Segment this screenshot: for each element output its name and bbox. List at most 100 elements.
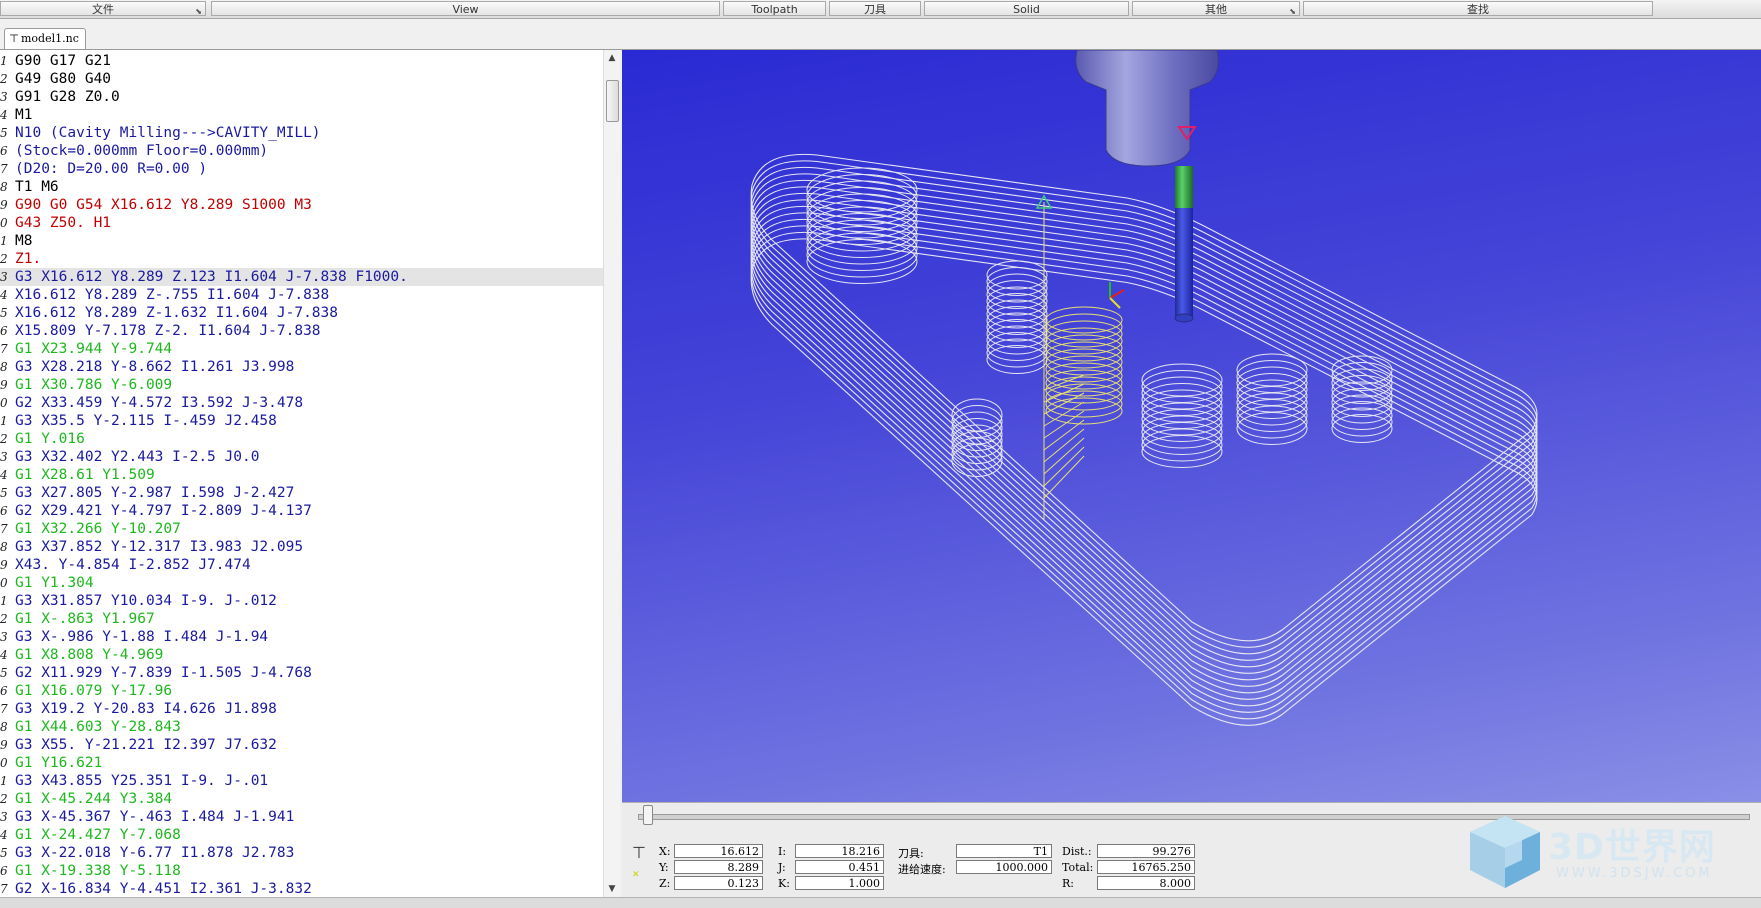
line-number: 7 (0, 702, 8, 716)
code-line[interactable]: 6 G1 X16.079 Y-17.96 (0, 682, 604, 700)
code-line[interactable]: 7 G3 X19.2 Y-20.83 I4.626 J1.898 (0, 700, 604, 718)
line-number: 0 (0, 756, 8, 770)
code-line[interactable]: 4 M1 (0, 106, 604, 124)
line-number: 7 (0, 162, 8, 176)
code-line[interactable]: 0 G1 Y1.304 (0, 574, 604, 592)
code-line[interactable]: 3 G3 X16.612 Y8.289 Z.123 I1.604 J-7.838 … (0, 268, 604, 286)
code-text: G1 X-24.427 Y-7.068 (15, 827, 181, 843)
code-line[interactable]: 0 G1 Y16.621 (0, 754, 604, 772)
code-line[interactable]: 7 G2 X-16.834 Y-4.451 I2.361 J-3.832 (0, 880, 604, 897)
current-loop (1045, 341, 1123, 369)
menu-other[interactable]: 其他 ⬊ (1132, 1, 1300, 16)
code-line[interactable]: 4 G1 X8.808 Y-4.969 (0, 646, 604, 664)
code-line[interactable]: 5 X16.612 Y8.289 Z-1.632 I1.604 J-7.838 (0, 304, 604, 322)
code-line[interactable]: 1 G3 X43.855 Y25.351 I-9. J-.01 (0, 772, 604, 790)
pocket-loop (1141, 396, 1223, 429)
pocket-loop (986, 338, 1048, 368)
code-line[interactable]: 7 (D20: D=20.00 R=0.00 ) (0, 160, 604, 178)
code-text: T1 M6 (15, 179, 59, 195)
code-line[interactable]: 6 X15.809 Y-7.178 Z-2. I1.604 J-7.838 (0, 322, 604, 340)
menu-other-label: 其他 (1205, 3, 1227, 16)
code-text: G1 X-.863 Y1.967 (15, 611, 155, 627)
pocket-loop (1331, 407, 1393, 437)
code-line[interactable]: 9 X43. Y-4.854 I-2.852 J7.474 (0, 556, 604, 574)
code-line[interactable]: 1 G3 X31.857 Y10.034 I-9. J-.012 (0, 592, 604, 610)
gcode-editor[interactable]: 1 G90 G17 G21 2 G49 G80 G40 3 G91 G28 Z0.0 4 M1… (0, 50, 605, 897)
code-line[interactable]: 3 G3 X-45.367 Y-.463 I.484 J-1.941 (0, 808, 604, 826)
menu-file[interactable]: 文件 ⬊ (0, 1, 206, 16)
code-line[interactable]: 7 G1 X32.266 Y-10.207 (0, 520, 604, 538)
code-line[interactable]: 5 G3 X27.805 Y-2.987 I.598 J-2.427 (0, 484, 604, 502)
code-line[interactable]: 2 G1 X-45.244 Y3.384 (0, 790, 604, 808)
pocket-loop (1236, 386, 1308, 419)
tool-field: T1 (956, 844, 1052, 858)
menu-search[interactable]: 查找 (1303, 1, 1653, 16)
pocket-loop (1236, 366, 1308, 400)
code-line[interactable]: 3 G91 G28 Z0.0 (0, 88, 604, 106)
code-line[interactable]: 8 G3 X28.218 Y-8.662 I1.261 J3.998 (0, 358, 604, 376)
scroll-down-icon[interactable]: ▼ (604, 881, 620, 897)
code-line[interactable]: 9 G3 X55. Y-21.221 I2.397 J7.632 (0, 736, 604, 754)
code-text: G3 X43.855 Y25.351 I-9. J-.01 (15, 773, 269, 789)
scrollbar-thumb[interactable] (606, 80, 619, 122)
simulation-slider-thumb[interactable] (643, 805, 654, 825)
current-hatch (1043, 437, 1085, 475)
code-text: G3 X28.218 Y-8.662 I1.261 J3.998 (15, 359, 295, 375)
code-line[interactable]: 1 G3 X35.5 Y-2.115 I-.459 J2.458 (0, 412, 604, 430)
code-line[interactable]: 9 G90 G0 G54 X16.612 Y8.289 S1000 M3 (0, 196, 604, 214)
total-field: 16765.250 (1097, 860, 1195, 874)
code-line[interactable]: 6 (Stock=0.000mm Floor=0.000mm) (0, 142, 604, 160)
code-line[interactable]: 4 G1 X-24.427 Y-7.068 (0, 826, 604, 844)
code-line[interactable]: 2 G1 X-.863 Y1.967 (0, 610, 604, 628)
editor-scrollbar[interactable]: ▲ ▼ (603, 50, 620, 897)
code-line[interactable]: 0 G43 Z50. H1 (0, 214, 604, 232)
line-number: 1 (0, 234, 8, 248)
code-line[interactable]: 8 G3 X37.852 Y-12.317 I3.983 J2.095 (0, 538, 604, 556)
axis-triad-icon (1109, 282, 1125, 309)
code-line[interactable]: 2 G49 G80 G40 (0, 70, 604, 88)
code-line[interactable]: 8 G1 X44.603 Y-28.843 (0, 718, 604, 736)
line-number: 3 (0, 270, 8, 284)
expand-corner-icon[interactable]: ⬊ (195, 4, 202, 19)
code-text: G3 X31.857 Y10.034 I-9. J-.012 (15, 593, 277, 609)
menu-tool[interactable]: 刀具 (829, 1, 921, 16)
code-line[interactable]: 9 G1 X30.786 Y-6.009 (0, 376, 604, 394)
code-line[interactable]: 6 G2 X29.421 Y-4.797 I-2.809 J-4.137 (0, 502, 604, 520)
line-number: 6 (0, 864, 8, 878)
code-text: M8 (15, 233, 33, 249)
simulation-viewport[interactable] (622, 50, 1761, 802)
code-line[interactable]: 2 G1 Y.016 (0, 430, 604, 448)
pocket-loop (1141, 376, 1223, 410)
code-line[interactable]: 7 G1 X23.944 Y-9.744 (0, 340, 604, 358)
toolpath-loop (750, 231, 1538, 720)
code-line[interactable]: 1 G90 G17 G21 (0, 52, 604, 70)
menu-toolpath[interactable]: Toolpath (723, 1, 826, 16)
current-loop (1045, 383, 1123, 411)
code-line[interactable]: 8 T1 M6 (0, 178, 604, 196)
scroll-up-icon[interactable]: ▲ (604, 50, 620, 66)
pocket-loop (986, 345, 1048, 374)
code-line[interactable]: 3 G3 X32.402 Y2.443 I-2.5 J0.0 (0, 448, 604, 466)
file-tab[interactable]: ⊤ model1.nc (4, 28, 86, 49)
code-line[interactable]: 5 G2 X11.929 Y-7.839 I-1.505 J-4.768 (0, 664, 604, 682)
expand-corner-icon[interactable]: ⬊ (1289, 4, 1296, 19)
code-text: G2 X33.459 Y-4.572 I3.592 J-3.478 (15, 395, 304, 411)
line-number: 6 (0, 504, 8, 518)
y-field: 8.289 (674, 860, 763, 874)
code-line[interactable]: 3 G3 X-.986 Y-1.88 I.484 J-1.94 (0, 628, 604, 646)
feed-label: 进给速度: (898, 863, 946, 876)
menu-view[interactable]: View (211, 1, 720, 16)
menu-solid[interactable]: Solid (924, 1, 1129, 16)
code-line[interactable]: 4 G1 X28.61 Y1.509 (0, 466, 604, 484)
current-loop (1045, 313, 1123, 341)
code-line[interactable]: 4 X16.612 Y8.289 Z-.755 I1.604 J-7.838 (0, 286, 604, 304)
gcode-lines: 1 G90 G17 G21 2 G49 G80 G40 3 G91 G28 Z0.0 4 M1… (0, 52, 604, 897)
code-line[interactable]: 1 M8 (0, 232, 604, 250)
i-label: I: (778, 845, 787, 858)
code-line[interactable]: 6 G1 X-19.338 Y-5.118 (0, 862, 604, 880)
code-line[interactable]: 5 N10 (Cavity Milling--->CAVITY_MILL) (0, 124, 604, 142)
code-text: G1 X8.808 Y-4.969 (15, 647, 164, 663)
code-line[interactable]: 2 Z1. (0, 250, 604, 268)
code-line[interactable]: 0 G2 X33.459 Y-4.572 I3.592 J-3.478 (0, 394, 604, 412)
code-line[interactable]: 5 G3 X-22.018 Y-6.77 I1.878 J2.783 (0, 844, 604, 862)
